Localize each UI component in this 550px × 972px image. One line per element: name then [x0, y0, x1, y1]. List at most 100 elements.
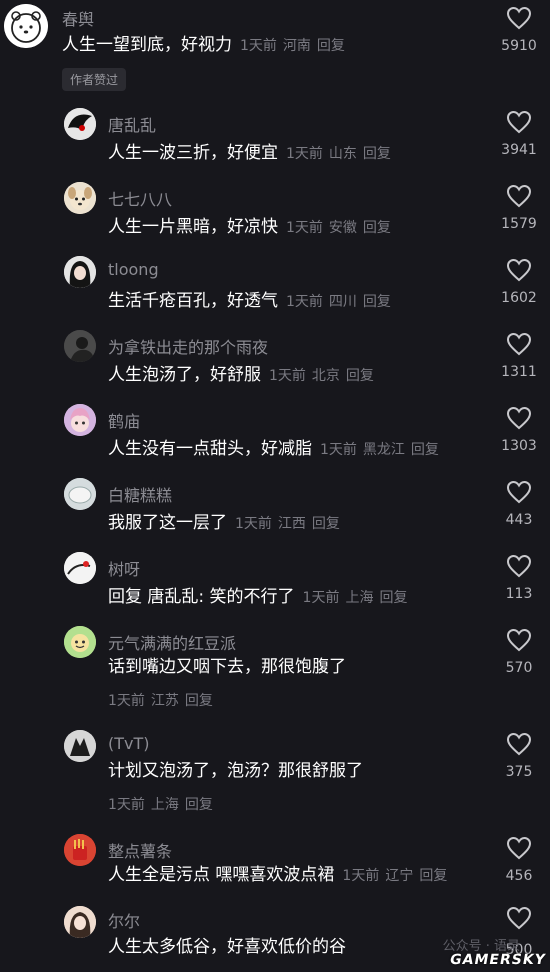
heart-icon: [506, 906, 532, 930]
like-count: 5910: [501, 38, 537, 54]
like-button[interactable]: 443: [494, 480, 544, 528]
gamersky-watermark: GAMERSKY: [448, 952, 548, 968]
avatar-image: [64, 256, 96, 288]
avatar[interactable]: [64, 626, 96, 658]
comment-time: 1天前: [286, 146, 323, 162]
comment-username[interactable]: 春舆: [62, 6, 94, 30]
like-button[interactable]: 113: [494, 554, 544, 602]
comment-username[interactable]: 鹤庙: [108, 408, 140, 432]
reply-button[interactable]: 回复: [346, 368, 374, 384]
avatar-image: [64, 478, 96, 510]
comment-username[interactable]: 七七八八: [108, 186, 172, 210]
comment-meta: 1天前 上海 回复: [108, 794, 219, 814]
avatar[interactable]: [64, 256, 96, 288]
comment-region: 江西: [277, 516, 306, 532]
comment-username[interactable]: 整点薯条: [108, 838, 172, 862]
avatar[interactable]: [64, 330, 96, 362]
comment-username[interactable]: (TvT): [108, 734, 150, 753]
reply-button[interactable]: 回复: [317, 38, 345, 54]
like-count: 1602: [501, 290, 537, 306]
comment-item: tloong 生活千疮百孔，好透气 1天前 四川 回复 1602: [0, 252, 550, 326]
comment-region: 上海: [150, 797, 179, 813]
avatar[interactable]: [64, 404, 96, 436]
like-button[interactable]: 3941: [494, 110, 544, 158]
comment-region: 安徽: [328, 220, 357, 236]
comment-time: 1天前: [235, 516, 272, 532]
comment-text: 计划又泡汤了，泡汤？那很舒服了: [108, 761, 363, 781]
comment-text: 人生泡汤了，好舒服 1天前 北京 回复: [108, 364, 374, 387]
comment-body: 人生一望到底，好视力: [62, 35, 232, 55]
reply-button[interactable]: 回复: [185, 693, 213, 709]
avatar[interactable]: [64, 730, 96, 762]
comment-item: 唐乱乱 人生一波三折，好便宜 1天前 山东 回复 3941: [0, 104, 550, 178]
reply-button[interactable]: 回复: [363, 220, 391, 236]
comment-meta: 1天前 黑龙江 回复: [320, 442, 439, 458]
comment-username[interactable]: 白糖糕糕: [108, 482, 172, 506]
heart-icon: [506, 6, 532, 30]
comment-meta: 1天前 四川 回复: [286, 294, 391, 310]
avatar[interactable]: [4, 4, 48, 48]
reply-button[interactable]: 回复: [411, 442, 439, 458]
avatar-image: [64, 834, 96, 866]
like-button[interactable]: 375: [494, 732, 544, 780]
like-button[interactable]: 1311: [494, 332, 544, 380]
comment-username[interactable]: 为拿铁出走的那个雨夜: [108, 334, 268, 358]
reply-button[interactable]: 回复: [185, 797, 213, 813]
avatar[interactable]: [64, 834, 96, 866]
comment-region: 北京: [311, 368, 340, 384]
comment-time: 1天前: [286, 294, 323, 310]
comment-text: 人生太多低谷，好喜欢低价的谷: [108, 937, 346, 957]
author-liked-badge: 作者赞过: [62, 68, 127, 91]
comment-username[interactable]: 尔尔: [108, 908, 140, 932]
avatar[interactable]: [64, 478, 96, 510]
like-button[interactable]: 5910: [494, 6, 544, 54]
like-count: 375: [505, 764, 533, 780]
comment-username[interactable]: 树呀: [108, 556, 140, 580]
comment-text: 生活千疮百孔，好透气 1天前 四川 回复: [108, 290, 391, 313]
comment-text: 回复 唐乱乱: 笑的不行了 1天前 上海 回复: [108, 586, 407, 609]
like-count: 1303: [501, 438, 537, 454]
like-count: 113: [505, 586, 533, 602]
like-count: 456: [505, 868, 533, 884]
like-count: 3941: [501, 142, 537, 158]
comment-time: 1天前: [240, 38, 277, 54]
heart-icon: [506, 258, 532, 282]
heart-icon: [506, 332, 532, 356]
comment-item: 白糖糕糕 我服了这一层了 1天前 江西 回复 443: [0, 474, 550, 548]
like-count: 443: [505, 512, 533, 528]
like-button[interactable]: 1303: [494, 406, 544, 454]
comment-meta: 1天前 上海 回复: [303, 590, 408, 606]
reply-button[interactable]: 回复: [363, 146, 391, 162]
comment-username[interactable]: 元气满满的红豆派: [108, 630, 236, 654]
comment-time: 1天前: [286, 220, 323, 236]
comment-username[interactable]: tloong: [108, 260, 159, 279]
bear-avatar-icon: [4, 4, 48, 48]
avatar[interactable]: [64, 108, 96, 140]
comment-text: 人生一望到底，好视力 1天前 河南 回复: [62, 34, 345, 57]
avatar[interactable]: [64, 552, 96, 584]
reply-button[interactable]: 回复: [363, 294, 391, 310]
reply-button[interactable]: 回复: [312, 516, 340, 532]
comment-time: 1天前: [302, 590, 340, 606]
comment-username[interactable]: 唐乱乱: [108, 112, 156, 136]
comment-time: 1天前: [269, 368, 306, 384]
reply-button[interactable]: 回复: [379, 590, 407, 606]
reply-button[interactable]: 回复: [419, 868, 447, 884]
comment-item: 鹤庙 人生没有一点甜头，好减脂 1天前 黑龙江 回复 1303: [0, 400, 550, 474]
comment-feed: 春舆 人生一望到底，好视力 1天前 河南 回复 作者赞过 5910 唐乱乱 人生一波三…: [0, 0, 550, 972]
like-button[interactable]: 456: [494, 836, 544, 884]
comment-meta: 1天前 北京 回复: [269, 368, 374, 384]
like-button[interactable]: 1579: [494, 184, 544, 232]
comment-body: 人生泡汤了，好舒服: [108, 365, 261, 385]
like-button[interactable]: 570: [494, 628, 544, 676]
avatar-image: [64, 108, 96, 140]
avatar[interactable]: [64, 906, 96, 938]
heart-icon: [506, 554, 532, 578]
comment-region: 辽宁: [385, 868, 414, 884]
comment-body: 人生全是污点 嘿嘿喜欢波点裙: [108, 865, 335, 885]
comment-body: 生活千疮百孔，好透气: [108, 291, 278, 311]
avatar-image: [64, 404, 96, 436]
comment-text: 话到嘴边又咽下去，那很饱腹了: [108, 657, 346, 677]
like-button[interactable]: 1602: [494, 258, 544, 306]
avatar[interactable]: [64, 182, 96, 214]
